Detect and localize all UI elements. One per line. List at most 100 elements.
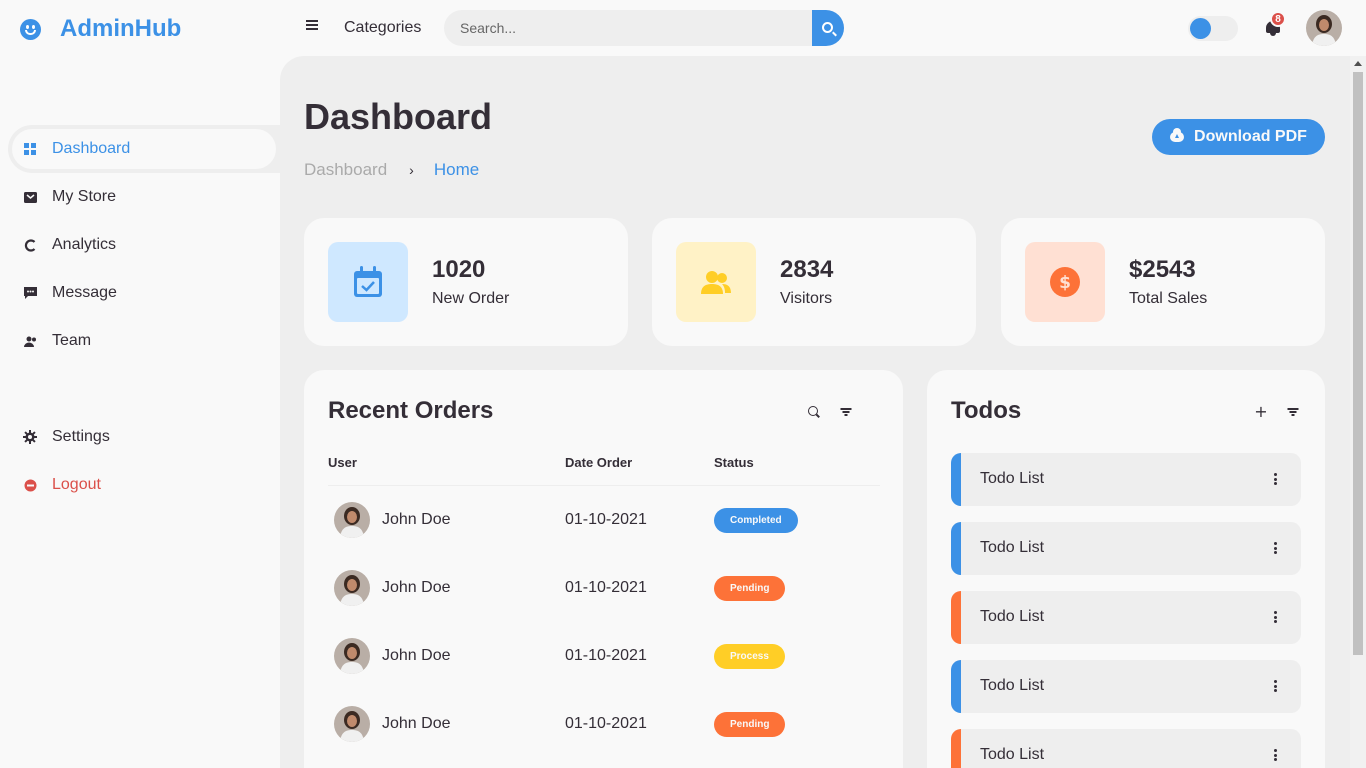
- table-row[interactable]: John Doe 01-10-2021 Pending: [328, 554, 880, 622]
- avatar: [334, 706, 370, 742]
- order-date: 01-10-2021: [565, 579, 647, 596]
- breadcrumb: Dashboard › Home: [304, 160, 479, 180]
- order-user: John Doe: [382, 511, 451, 528]
- sidebar-item-label: My Store: [52, 188, 117, 205]
- add-todo-button[interactable]: +: [1253, 404, 1269, 420]
- todo-status-bar: [951, 522, 961, 575]
- store-icon: [22, 189, 38, 205]
- column-header-status: Status: [714, 455, 754, 470]
- side-menu-top: Dashboard My Store Analytics Message Tea…: [8, 125, 280, 365]
- panel-title: Recent Orders: [328, 397, 494, 424]
- stat-value: 2834: [780, 256, 834, 283]
- profile-avatar[interactable]: [1306, 10, 1342, 46]
- order-date: 01-10-2021: [565, 511, 647, 528]
- todo-item[interactable]: Todo List: [951, 522, 1301, 575]
- todo-status-bar: [951, 453, 961, 506]
- todos-panel: Todos + Todo List Todo List Todo List To…: [927, 370, 1325, 768]
- avatar: [334, 638, 370, 674]
- breadcrumb-item[interactable]: Dashboard: [304, 160, 387, 180]
- table-row[interactable]: John Doe 01-10-2021 Process: [328, 622, 880, 690]
- top-navbar: Categories 8: [280, 0, 1366, 56]
- todo-item[interactable]: Todo List: [951, 729, 1301, 768]
- orders-search-button[interactable]: [806, 404, 822, 420]
- page-scrollbar[interactable]: [1350, 56, 1366, 768]
- main-content: Dashboard Dashboard › Home Download PDF …: [280, 56, 1350, 768]
- search-icon: [808, 406, 818, 416]
- avatar-image: [1306, 10, 1342, 46]
- sidebar: AdminHub Dashboard My Store Analytics Me…: [0, 0, 280, 768]
- scroll-up-arrow-icon[interactable]: [1354, 61, 1362, 66]
- stat-label: New Order: [432, 290, 510, 307]
- menu-icon[interactable]: [306, 20, 318, 30]
- notification-button[interactable]: 8: [1264, 11, 1286, 38]
- sidebar-item-team[interactable]: Team: [8, 317, 280, 365]
- table-row[interactable]: John Doe 01-10-2021 Completed: [328, 486, 880, 554]
- team-icon: [22, 333, 38, 349]
- theme-toggle[interactable]: [1188, 16, 1238, 41]
- order-user: John Doe: [382, 715, 451, 732]
- filter-icon: [1287, 408, 1299, 416]
- table-row[interactable]: John Doe 01-10-2021 Pending: [328, 690, 880, 758]
- sidebar-item-my-store[interactable]: My Store: [8, 173, 280, 221]
- scrollbar-thumb[interactable]: [1353, 72, 1363, 655]
- sidebar-item-message[interactable]: Message: [8, 269, 280, 317]
- filter-icon: [840, 408, 852, 416]
- logout-icon: [22, 477, 38, 493]
- recent-orders-panel: Recent Orders User Date Order Status Joh…: [304, 370, 903, 768]
- gear-icon: [22, 429, 38, 445]
- download-pdf-label: Download PDF: [1194, 128, 1307, 145]
- brand[interactable]: AdminHub: [20, 14, 181, 44]
- search-icon: [821, 21, 833, 33]
- stat-card-sales: $ $2543 Total Sales: [1001, 218, 1325, 346]
- avatar: [334, 570, 370, 606]
- sidebar-item-dashboard[interactable]: Dashboard: [8, 125, 280, 173]
- dollar-circle-icon: $: [1025, 242, 1105, 322]
- chevron-right-icon: ›: [409, 162, 414, 178]
- status-badge: Pending: [714, 712, 786, 737]
- search-form: [444, 10, 844, 46]
- todo-status-bar: [951, 660, 961, 713]
- todo-label: Todo List: [980, 677, 1045, 694]
- todo-status-bar: [951, 729, 961, 768]
- more-vertical-icon[interactable]: [1274, 749, 1277, 761]
- search-input[interactable]: [444, 10, 812, 46]
- todo-label: Todo List: [980, 539, 1045, 556]
- message-icon: [22, 285, 38, 301]
- sidebar-item-label: Logout: [52, 476, 101, 493]
- more-vertical-icon[interactable]: [1274, 473, 1277, 485]
- svg-text:$: $: [1059, 273, 1071, 293]
- todo-item[interactable]: Todo List: [951, 591, 1301, 644]
- download-pdf-button[interactable]: Download PDF: [1152, 119, 1325, 155]
- todo-item[interactable]: Todo List: [951, 660, 1301, 713]
- search-button[interactable]: [812, 10, 844, 46]
- status-badge: Process: [714, 644, 785, 669]
- todo-item[interactable]: Todo List: [951, 453, 1301, 506]
- order-date: 01-10-2021: [565, 647, 647, 664]
- breadcrumb-item-active[interactable]: Home: [434, 160, 479, 180]
- avatar: [334, 502, 370, 538]
- order-user: John Doe: [382, 647, 451, 664]
- sidebar-item-label: Message: [52, 284, 117, 301]
- sidebar-item-label: Team: [52, 332, 92, 349]
- sidebar-item-label: Dashboard: [52, 140, 131, 157]
- stat-value: $2543: [1129, 256, 1196, 283]
- todo-label: Todo List: [980, 608, 1045, 625]
- more-vertical-icon[interactable]: [1274, 542, 1277, 554]
- order-user: John Doe: [382, 579, 451, 596]
- sidebar-item-logout[interactable]: Logout: [8, 461, 280, 509]
- cloud-download-icon: [1170, 128, 1185, 142]
- todos-filter-button[interactable]: [1285, 404, 1301, 420]
- people-icon: [676, 242, 756, 322]
- side-menu-bottom: Settings Logout: [8, 413, 280, 509]
- dashboard-icon: [22, 141, 38, 157]
- more-vertical-icon[interactable]: [1274, 680, 1277, 692]
- categories-link[interactable]: Categories: [344, 19, 421, 37]
- plus-icon: +: [1254, 402, 1268, 421]
- notification-count: 8: [1270, 11, 1286, 27]
- sidebar-item-settings[interactable]: Settings: [8, 413, 280, 461]
- brand-name: AdminHub: [60, 15, 182, 42]
- more-vertical-icon[interactable]: [1274, 611, 1277, 623]
- sidebar-item-analytics[interactable]: Analytics: [8, 221, 280, 269]
- orders-filter-button[interactable]: [838, 404, 854, 420]
- order-date: 01-10-2021: [565, 715, 647, 732]
